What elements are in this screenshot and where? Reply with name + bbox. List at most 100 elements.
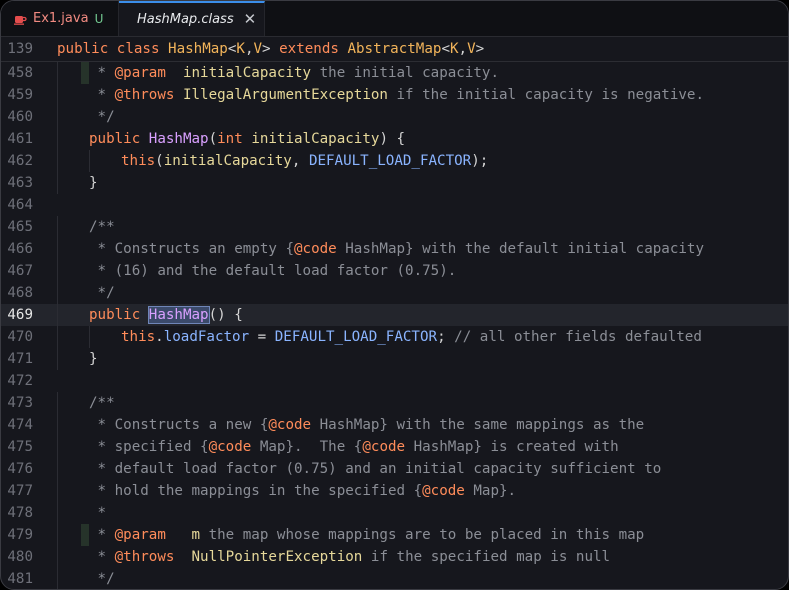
line-number: 464 [7, 197, 33, 213]
code-content: * @throws NullPointerException if the sp… [57, 546, 788, 568]
current-code-line[interactable]: 469 public HashMap() { [1, 304, 788, 326]
code-content: * Constructs an empty {@code HashMap} wi… [57, 238, 788, 260]
code-token: ; [437, 329, 455, 345]
code-token: ( [155, 153, 164, 169]
code-token: = [249, 329, 275, 345]
code-content: * @param m the map whose mappings are to… [57, 524, 788, 546]
indent-guide [57, 128, 58, 150]
code-token: NullPointerException [191, 549, 363, 565]
code-line[interactable]: 465 /** [1, 216, 788, 238]
code-token: */ [89, 285, 115, 301]
code-line[interactable]: 467 * (16) and the default load factor (… [1, 260, 788, 282]
indent-guide [57, 260, 58, 282]
indent-guide [57, 238, 58, 260]
code-content: /** [57, 216, 788, 238]
code-token: if the specified map is null [362, 549, 611, 565]
code-content: * Constructs a new {@code HashMap} with … [57, 414, 788, 436]
line-number: 477 [7, 483, 33, 499]
code-lines: 458 * @param initialCapacity the initial… [1, 62, 788, 589]
code-token: @param [114, 527, 166, 543]
code-token: this [121, 153, 156, 169]
code-token: * [89, 505, 107, 521]
sticky-scroll-header[interactable]: 139 public class HashMap<K,V> extends Ab… [1, 37, 788, 62]
code-token: */ [89, 109, 115, 125]
indent-guide [57, 458, 58, 480]
code-token: () { [208, 307, 243, 323]
code-line[interactable]: 464 [1, 194, 788, 216]
indent-guide [57, 216, 58, 238]
code-line[interactable]: 463} [1, 172, 788, 194]
code-token: * specified { [89, 439, 209, 455]
code-content [57, 370, 788, 392]
code-line[interactable]: 471} [1, 348, 788, 370]
line-number: 476 [7, 461, 33, 477]
code-line[interactable]: 473 /** [1, 392, 788, 414]
code-token: * [89, 65, 115, 81]
code-content: * default load factor (0.75) and an init… [57, 458, 788, 480]
code-token: int [217, 131, 252, 147]
code-content: this.loadFactor = DEFAULT_LOAD_FACTOR; /… [57, 326, 788, 348]
indent-guide [89, 326, 90, 348]
code-content: */ [57, 282, 788, 304]
code-line[interactable]: 461 public HashMap(int initialCapacity) { [1, 128, 788, 150]
code-token: extends [279, 41, 348, 57]
indent-guide [57, 502, 58, 524]
tab-label: HashMap.class [137, 12, 234, 27]
code-token: > [262, 41, 280, 57]
code-content: this(initialCapacity, DEFAULT_LOAD_FACTO… [57, 150, 788, 172]
tab-label: Ex1.java [33, 11, 89, 26]
indent-guide [57, 326, 58, 348]
tab-bar: Ex1.java U HashMap.class ✕ [1, 1, 788, 37]
code-line[interactable]: 470 this.loadFactor = DEFAULT_LOAD_FACTOR… [1, 326, 788, 348]
code-line[interactable]: 477 * hold the mappings in the specified… [1, 480, 788, 502]
code-content: */ [57, 568, 788, 589]
code-token: K [449, 41, 459, 57]
code-line[interactable]: 480 * @throws NullPointerException if th… [1, 546, 788, 568]
indent-guide [57, 414, 58, 436]
tab-hashmap-class[interactable]: HashMap.class ✕ [119, 1, 265, 36]
line-number: 478 [7, 505, 33, 521]
line-number: 461 [7, 131, 33, 147]
code-token: @throws [114, 549, 175, 565]
tab-ex1-java[interactable]: Ex1.java U [1, 1, 119, 36]
line-number: 465 [7, 219, 33, 235]
line-number: 479 [7, 527, 33, 543]
code-content: public HashMap(int initialCapacity) { [57, 128, 788, 150]
code-line[interactable]: 476 * default load factor (0.75) and an … [1, 458, 788, 480]
line-number: 468 [7, 285, 33, 301]
code-token: /** [89, 395, 115, 411]
code-line[interactable]: 479 * @param m the map whose mappings ar… [1, 524, 788, 546]
close-tab-icon[interactable]: ✕ [244, 12, 257, 27]
line-number: 472 [7, 373, 33, 389]
code-line[interactable]: 474 * Constructs a new {@code HashMap} w… [1, 414, 788, 436]
code-content: } [57, 172, 788, 194]
code-editor[interactable]: 139 public class HashMap<K,V> extends Ab… [1, 37, 788, 589]
indent-guide [57, 568, 58, 589]
code-line[interactable]: 468 */ [1, 282, 788, 304]
code-line[interactable]: 475 * specified {@code Map}. The {@code … [1, 436, 788, 458]
indent-guide [57, 546, 58, 568]
code-line[interactable]: 458 * @param initialCapacity the initial… [1, 62, 788, 84]
code-line[interactable]: 462 this(initialCapacity, DEFAULT_LOAD_FA… [1, 150, 788, 172]
editor-window: Ex1.java U HashMap.class ✕ 139 public cl… [0, 0, 789, 590]
indent-guide [89, 150, 90, 172]
code-token: @param [114, 65, 166, 81]
code-line[interactable]: 466 * Constructs an empty {@code HashMap… [1, 238, 788, 260]
code-line[interactable]: 481 */ [1, 568, 788, 589]
code-line[interactable]: 472 [1, 370, 788, 392]
line-number: 462 [7, 153, 33, 169]
code-line[interactable]: 478 * [1, 502, 788, 524]
line-number: 474 [7, 417, 33, 433]
code-line[interactable]: 459 * @throws IllegalArgumentException i… [1, 84, 788, 106]
line-number: 481 [7, 571, 33, 587]
indent-guide [57, 106, 58, 128]
code-token: * [89, 527, 115, 543]
sticky-code-line: public class HashMap<K,V> extends Abstra… [57, 37, 788, 61]
code-token: > [475, 41, 485, 57]
code-token: V [253, 41, 263, 57]
line-number: 475 [7, 439, 33, 455]
code-token: < [441, 41, 450, 57]
code-line[interactable]: 460 */ [1, 106, 788, 128]
